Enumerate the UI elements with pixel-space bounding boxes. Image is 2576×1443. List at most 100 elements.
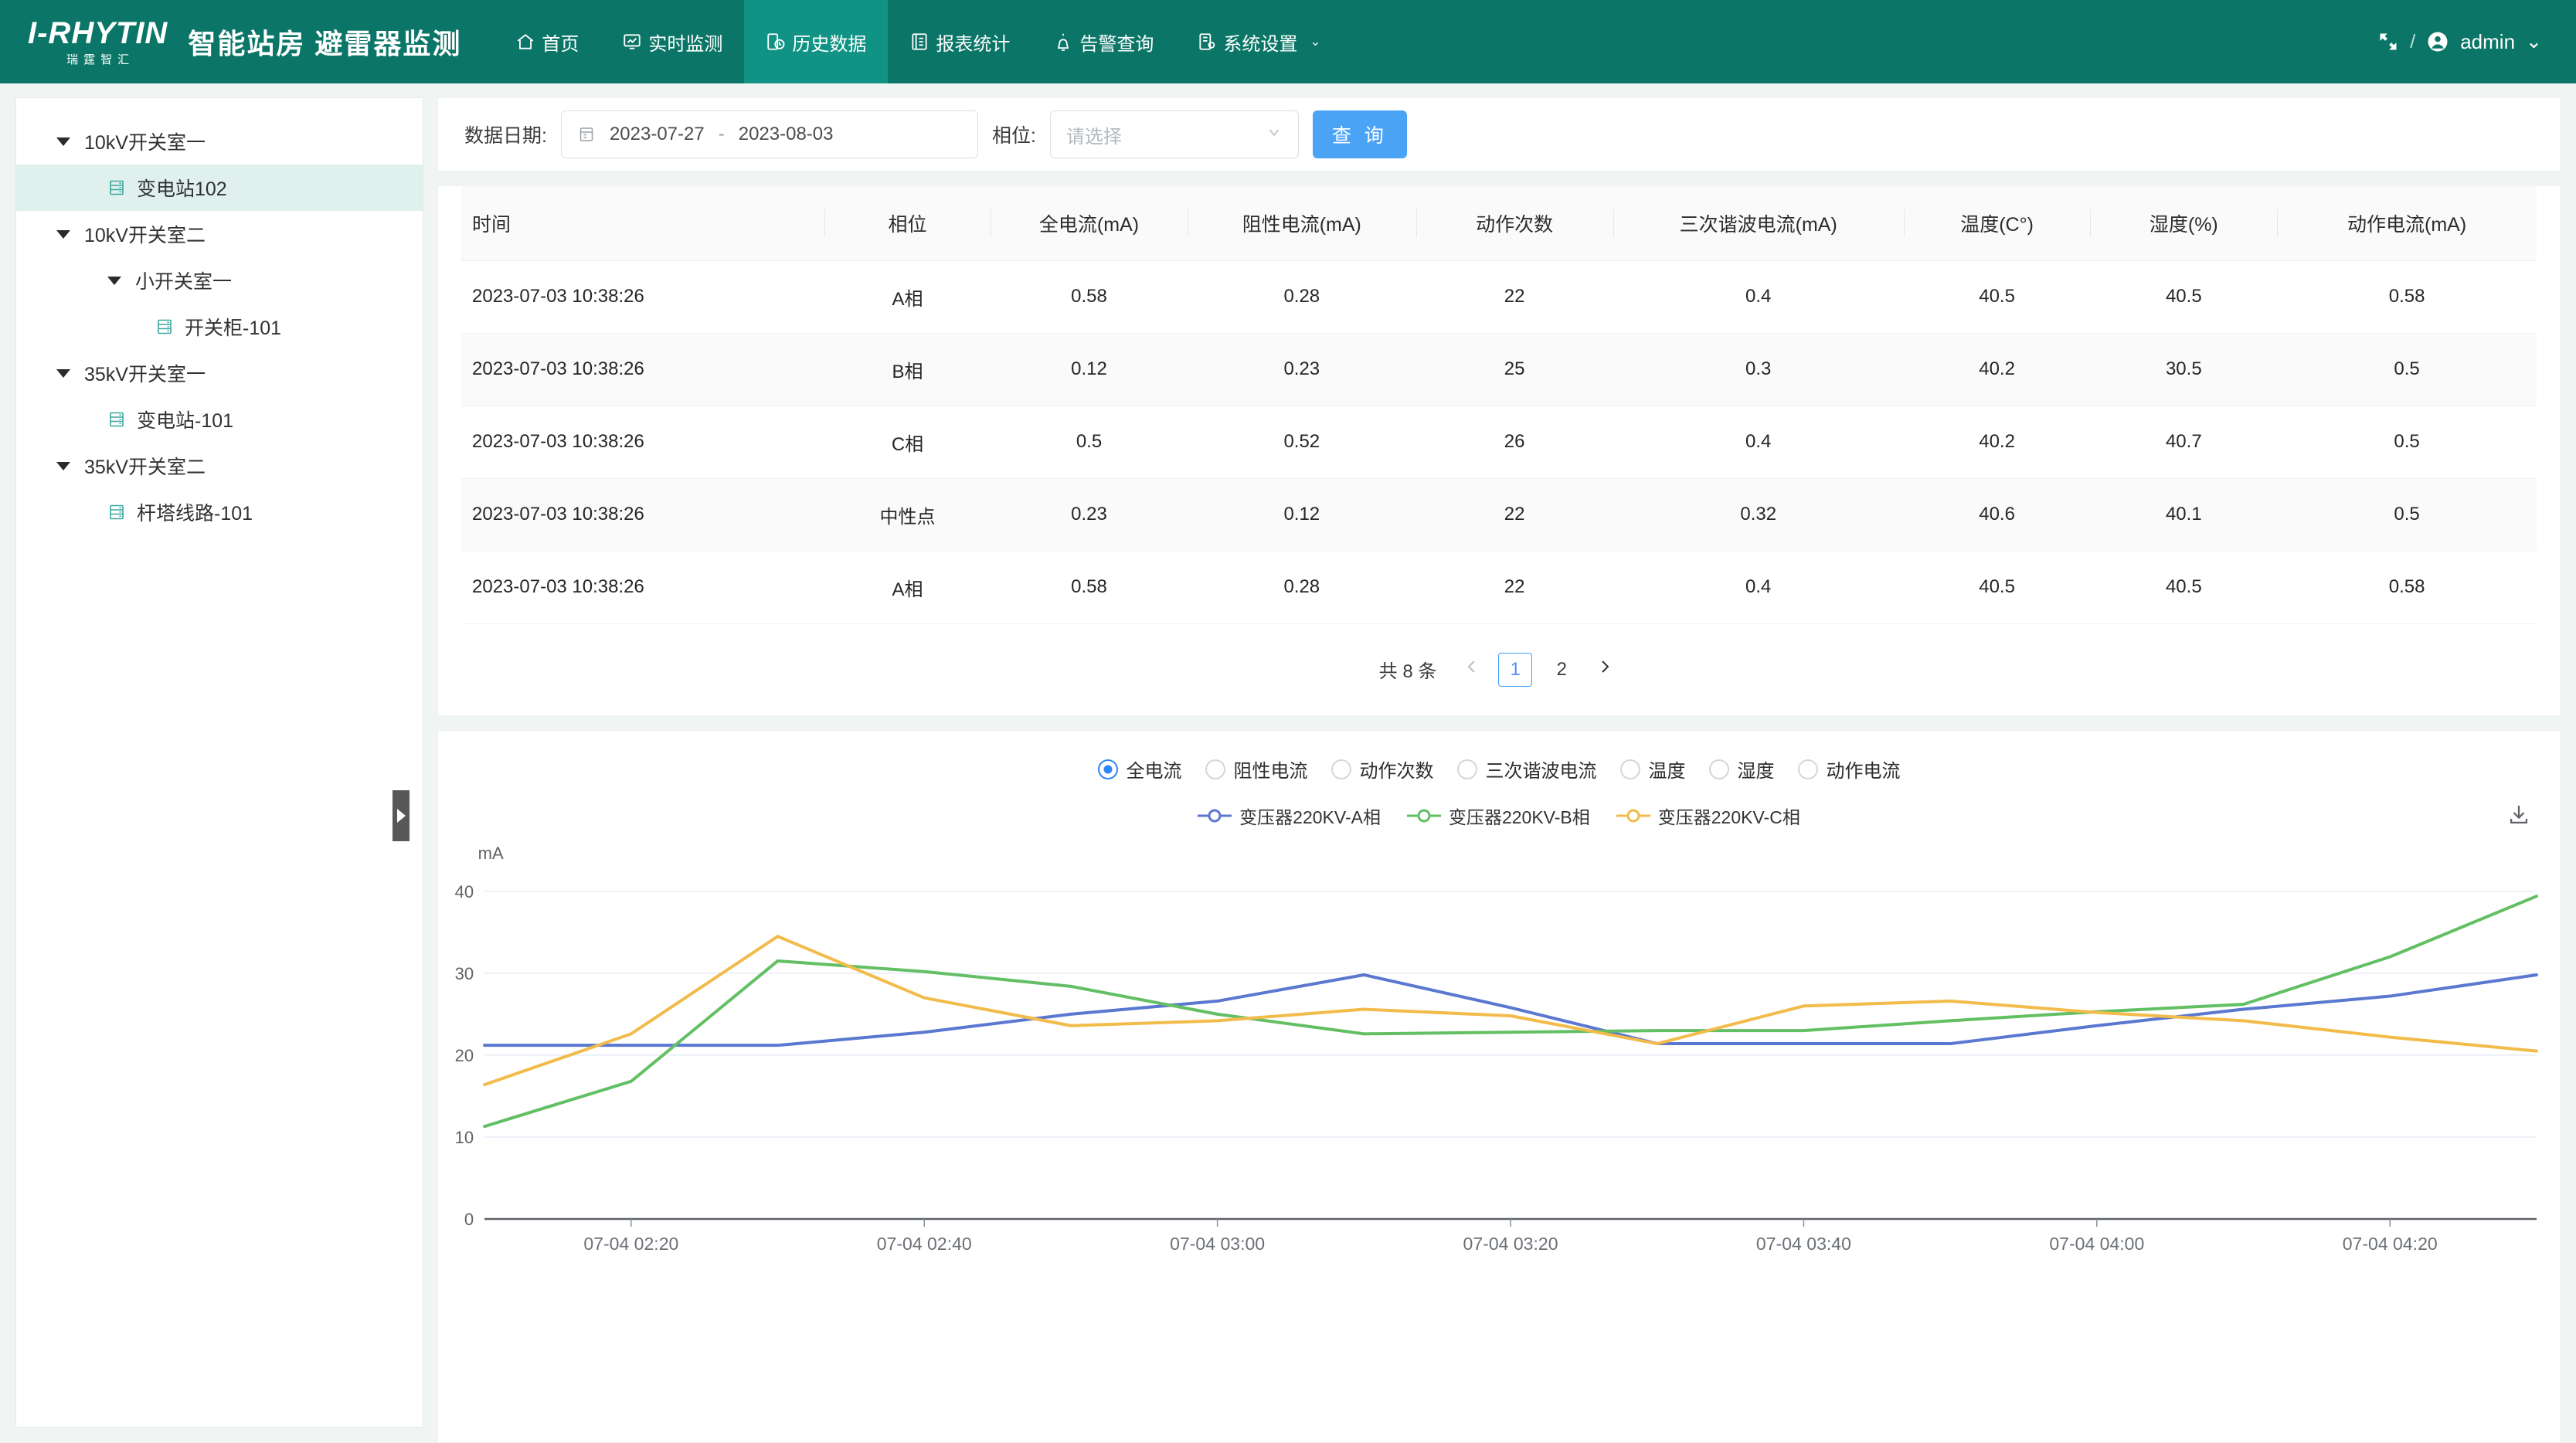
main-content: 数据日期: 2023-07-27 - 2023-08-03 相位: 请选择 查 … [437, 97, 2561, 1443]
nav-item-settings[interactable]: 系统设置 ⌄ [1175, 0, 1342, 83]
tree-node-branch[interactable]: 35kV开关室二 [16, 443, 423, 489]
radio-action-count[interactable]: 动作次数 [1330, 755, 1434, 783]
fullscreen-icon[interactable] [2377, 31, 2399, 53]
cell-humidity: 40.5 [2090, 260, 2278, 334]
table-row[interactable]: 2023-07-03 10:38:26 B相 0.12 0.23 25 0.3 … [461, 333, 2537, 406]
date-range-label: 数据日期: [464, 125, 547, 147]
pagination-next-button[interactable] [1591, 657, 1619, 681]
nav-item-history[interactable]: 历史数据 [744, 0, 889, 83]
tree-node-leaf-selected[interactable]: 变电站102 [16, 165, 423, 211]
nav-item-home[interactable]: 首页 [494, 0, 600, 83]
date-start-value[interactable]: 2023-07-27 [610, 124, 705, 145]
caret-down-icon[interactable] [56, 229, 70, 239]
cell-action-count: 22 [1415, 260, 1613, 334]
radio-third-harmonic-current[interactable]: 三次谐波电流 [1456, 755, 1597, 783]
date-end-value[interactable]: 2023-08-03 [739, 124, 834, 145]
table-row[interactable]: 2023-07-03 10:38:26 中性点 0.23 0.12 22 0.3… [461, 478, 2537, 552]
pagination-prev-button[interactable] [1458, 657, 1486, 681]
sidebar-collapse-handle[interactable] [393, 790, 410, 841]
col-header-third-harmonic-current: 三次谐波电流(mA) [1613, 186, 1904, 261]
radio-temperature[interactable]: 温度 [1619, 755, 1686, 783]
query-button[interactable]: 查 询 [1312, 110, 1407, 158]
alarm-icon [1053, 32, 1073, 52]
legend-item-a-phase[interactable]: 变压器220KV-A相 [1198, 803, 1381, 829]
legend-label: 变压器220KV-C相 [1657, 806, 1800, 827]
tree-node-label: 开关柜-101 [185, 317, 282, 339]
radio-label: 湿度 [1737, 761, 1775, 782]
date-range-picker[interactable]: 2023-07-27 - 2023-08-03 [560, 110, 978, 158]
y-axis-tick-label: 20 [455, 1045, 474, 1064]
table-row[interactable]: 2023-07-03 10:38:26 C相 0.5 0.52 26 0.4 4… [461, 406, 2537, 479]
pagination-page-2[interactable]: 2 [1545, 653, 1579, 687]
table-row[interactable]: 2023-07-03 10:38:26 A相 0.58 0.28 22 0.4 … [461, 551, 2537, 624]
date-range-separator: - [718, 124, 725, 144]
tree-node-label: 小开关室一 [135, 271, 233, 293]
cell-phase: C相 [824, 406, 991, 479]
y-axis-tick-label: 40 [455, 881, 474, 901]
filter-bar: 数据日期: 2023-07-27 - 2023-08-03 相位: 请选择 查 … [437, 97, 2561, 171]
cell-resistive-current: 0.28 [1188, 551, 1416, 624]
station-icon [107, 410, 126, 429]
tree-node-leaf[interactable]: 杆塔线路-101 [16, 489, 423, 535]
cell-action-current: 0.58 [2277, 551, 2537, 624]
radio-label: 全电流 [1126, 761, 1182, 782]
cell-time: 2023-07-03 10:38:26 [461, 551, 825, 624]
radio-label: 温度 [1648, 761, 1686, 782]
caret-down-icon[interactable] [56, 368, 70, 378]
cell-time: 2023-07-03 10:38:26 [461, 406, 825, 479]
radio-total-current[interactable]: 全电流 [1097, 755, 1182, 783]
radio-action-current[interactable]: 动作电流 [1797, 755, 1901, 783]
pagination-page-1[interactable]: 1 [1498, 652, 1533, 687]
col-header-action-count: 动作次数 [1415, 186, 1613, 261]
user-name[interactable]: admin [2460, 30, 2515, 54]
nav-item-report[interactable]: 报表统计 [888, 0, 1031, 83]
tree-node-leaf[interactable]: 变电站-101 [16, 396, 423, 443]
phase-select-label: 相位: [991, 125, 1036, 147]
radio-resistive-current[interactable]: 阻性电流 [1205, 755, 1308, 783]
radio-label: 三次谐波电流 [1485, 761, 1597, 782]
tree-node-branch[interactable]: 10kV开关室一 [16, 118, 423, 165]
legend-item-c-phase[interactable]: 变压器220KV-C相 [1616, 803, 1800, 829]
phase-select[interactable]: 请选择 [1049, 110, 1299, 158]
cell-phase: B相 [824, 333, 991, 406]
logo: I-RHYTIN 瑞霆智汇 [28, 18, 168, 66]
x-axis-tick-label: 07-04 03:40 [1756, 1234, 1851, 1254]
history-data-table: 时间 相位 全电流(mA) 阻性电流(mA) 动作次数 三次谐波电流(mA) 温… [461, 186, 2537, 624]
radio-dot [1097, 759, 1118, 779]
cell-phase: 中性点 [824, 478, 991, 552]
legend-marker-icon [1616, 808, 1650, 823]
download-icon[interactable] [2506, 802, 2532, 832]
cell-temperature: 40.2 [1903, 406, 2091, 479]
user-avatar-icon[interactable] [2426, 30, 2449, 53]
x-axis-tick-label: 07-04 04:00 [2049, 1234, 2144, 1254]
tree-node-branch[interactable]: 小开关室一 [16, 257, 423, 304]
radio-humidity[interactable]: 湿度 [1708, 755, 1775, 783]
chevron-down-icon[interactable]: ⌄ [2526, 30, 2542, 53]
cell-action-current: 0.5 [2277, 406, 2537, 479]
device-tree-sidebar: 10kV开关室一 变电站102 10kV开关室二 小开关室一 开关柜-101 3… [15, 97, 423, 1428]
tree-node-branch[interactable]: 10kV开关室二 [16, 211, 423, 257]
table-row[interactable]: 2023-07-03 10:38:26 A相 0.58 0.28 22 0.4 … [461, 260, 2537, 334]
legend-item-b-phase[interactable]: 变压器220KV-B相 [1406, 803, 1590, 829]
cell-action-current: 0.58 [2277, 260, 2537, 334]
cell-humidity: 40.1 [2090, 478, 2278, 552]
cell-humidity: 40.7 [2090, 406, 2278, 479]
caret-down-icon[interactable] [107, 276, 121, 285]
caret-down-icon[interactable] [56, 461, 70, 470]
header-right-area: / admin ⌄ [2377, 0, 2542, 83]
caret-down-icon[interactable] [56, 137, 70, 146]
cell-total-current: 0.5 [990, 406, 1188, 479]
tree-node-branch[interactable]: 35kV开关室一 [16, 350, 423, 396]
header-separator: / [2410, 30, 2416, 53]
cell-action-current: 0.5 [2277, 478, 2537, 552]
nav-item-realtime[interactable]: 实时监测 [600, 0, 744, 83]
tree-node-leaf[interactable]: 开关柜-101 [16, 304, 423, 350]
x-axis-tick-label: 07-04 02:20 [583, 1234, 678, 1254]
nav-item-alarm[interactable]: 告警查询 [1031, 0, 1175, 83]
history-data-table-card: 时间 相位 全电流(mA) 阻性电流(mA) 动作次数 三次谐波电流(mA) 温… [437, 185, 2561, 716]
cell-third-harmonic-current: 0.3 [1613, 333, 1904, 406]
station-icon [155, 317, 174, 336]
nav-label-home: 首页 [542, 33, 579, 55]
tree-node-label: 10kV开关室一 [84, 132, 206, 154]
cell-resistive-current: 0.12 [1188, 478, 1416, 552]
